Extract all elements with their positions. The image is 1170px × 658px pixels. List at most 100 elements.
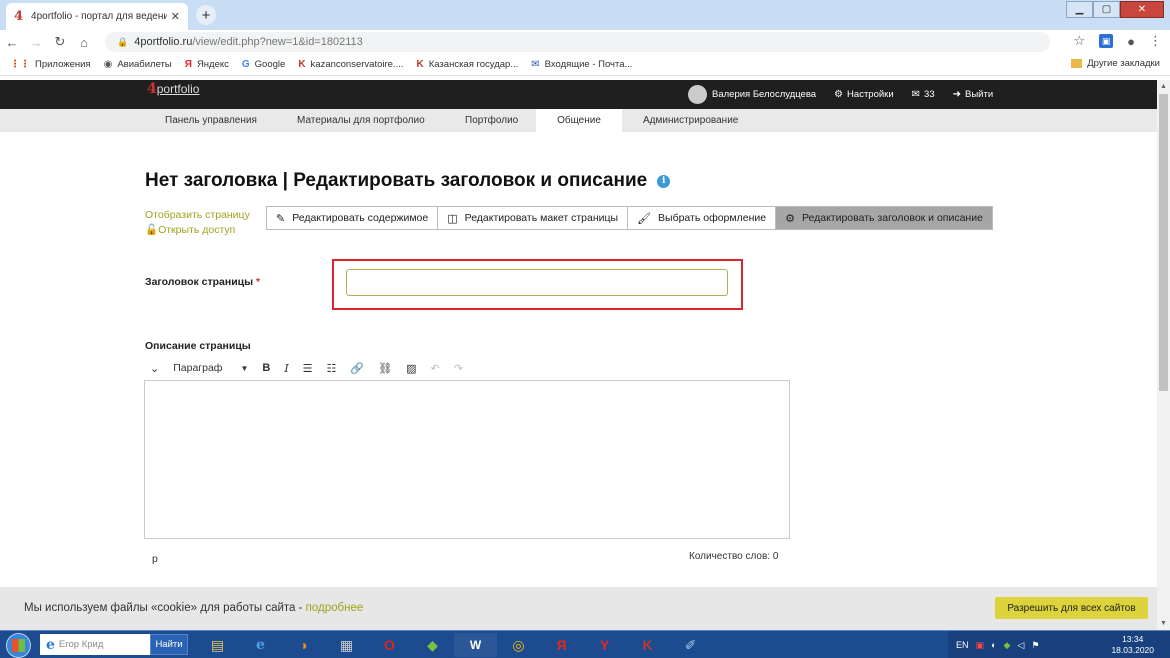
tray-network-icon[interactable]: ◐ xyxy=(991,640,996,650)
gears-icon: ⚙ xyxy=(834,89,844,100)
info-icon[interactable]: i xyxy=(657,175,671,188)
show-page-link[interactable]: Отобразить страницу xyxy=(145,208,250,223)
volume-icon[interactable]: ◁ xyxy=(1017,640,1024,651)
link-icon[interactable]: 🔗 xyxy=(350,362,364,375)
opera-icon[interactable]: O xyxy=(368,633,411,657)
word-icon[interactable]: W xyxy=(454,633,497,657)
edit-content-button[interactable]: ✎ Редактировать содержимое xyxy=(267,207,439,229)
messages-link[interactable]: ✉ 33 xyxy=(912,89,935,100)
edit-title-description-button[interactable]: ⚙ Редактировать заголовок и описание xyxy=(776,207,992,229)
redo-icon[interactable]: ↷ xyxy=(454,362,463,375)
k-icon: K xyxy=(416,59,424,70)
open-access-link[interactable]: 🔓Открыть доступ xyxy=(145,223,250,238)
home-icon[interactable]: ⌂ xyxy=(72,35,96,50)
description-editor[interactable] xyxy=(144,380,790,539)
undo-icon[interactable]: ↶ xyxy=(431,362,440,375)
page-side-links: Отобразить страницу 🔓Открыть доступ xyxy=(145,208,250,238)
start-button[interactable] xyxy=(6,633,31,658)
image-icon[interactable]: ▨ xyxy=(406,362,416,375)
bold-icon[interactable]: B xyxy=(262,362,270,374)
url-path: /view/edit.php?new=1&id=1802113 xyxy=(192,36,363,48)
maximize-icon[interactable]: ▢ xyxy=(1093,1,1120,18)
site-logo[interactable]: 4portfolio xyxy=(147,81,199,97)
cookie-text: Мы используем файлы «cookie» для работы … xyxy=(24,602,363,614)
taskbar-search[interactable]: e Егор Крид xyxy=(40,634,150,655)
tab-close-icon[interactable]: ✕ xyxy=(171,10,180,23)
k-app-icon[interactable]: K xyxy=(626,633,669,657)
cookie-allow-button[interactable]: Разрешить для всех сайтов xyxy=(995,597,1148,619)
taskbar-find-button[interactable]: Найти xyxy=(150,634,188,655)
title-field-label: Заголовок страницы * xyxy=(145,276,260,288)
scroll-up-icon[interactable]: ▲ xyxy=(1157,80,1170,93)
bookmark-kazan-state[interactable]: K Казанская государ... xyxy=(416,59,518,70)
reload-icon[interactable]: ↻ xyxy=(48,34,72,50)
tray-app-icon[interactable]: ▣ xyxy=(976,640,985,651)
new-tab-button[interactable]: + xyxy=(196,5,216,25)
bookmark-google[interactable]: G Google xyxy=(242,59,285,70)
star-icon[interactable]: ☆ xyxy=(1073,33,1085,49)
user-profile-link[interactable]: Валерия Белослудцева xyxy=(688,85,816,104)
title-field-highlight xyxy=(332,259,743,310)
settings-link[interactable]: ⚙ Настройки xyxy=(834,89,894,100)
logout-link[interactable]: ➜ Выйти xyxy=(953,89,994,100)
app-icon[interactable]: ◆ xyxy=(411,633,454,657)
internet-explorer-icon[interactable]: e xyxy=(239,633,282,657)
page-scrollbar[interactable]: ▲ ▼ xyxy=(1157,80,1170,630)
yandex-browser-icon[interactable]: Y xyxy=(583,633,626,657)
toolbar-toggle-icon[interactable]: ⌄ xyxy=(150,362,159,375)
edit-layout-button[interactable]: ◫ Редактировать макет страницы xyxy=(438,207,629,229)
bookmark-apps[interactable]: ⋮⋮ Приложения xyxy=(10,59,91,70)
clock-date: 18.03.2020 xyxy=(1111,645,1154,655)
scroll-thumb[interactable] xyxy=(1159,94,1168,391)
nav-materials[interactable]: Материалы для портфолио xyxy=(287,109,435,132)
back-icon[interactable]: ← xyxy=(0,35,24,50)
nav-communication[interactable]: Общение xyxy=(536,109,622,132)
calculator-icon[interactable]: ▦ xyxy=(325,633,368,657)
bookmark-inbox[interactable]: ✉ Входящие - Почта... xyxy=(531,59,632,70)
page-title-input[interactable] xyxy=(346,269,728,296)
media-player-icon[interactable]: ◑ xyxy=(282,633,325,657)
extension-icon[interactable]: ▣ xyxy=(1099,34,1114,48)
yandex-icon: Я xyxy=(184,59,192,70)
minimize-icon[interactable]: ▁ xyxy=(1066,1,1093,18)
nav-dashboard[interactable]: Панель управления xyxy=(155,109,267,132)
profile-icon[interactable]: ● xyxy=(1127,34,1135,49)
bookmark-yandex[interactable]: Я Яндекс xyxy=(185,59,229,70)
bookmark-kazanconservatoire[interactable]: Kkazanconservatoire.... xyxy=(298,59,403,70)
language-indicator[interactable]: EN xyxy=(956,640,969,650)
unlink-icon[interactable]: ⛓ xyxy=(378,362,392,375)
browser-tab[interactable]: 4 4portfolio - портал для ведения ✕ xyxy=(6,3,188,30)
settings-label: Настройки xyxy=(847,89,894,100)
description-label: Описание страницы xyxy=(145,340,251,352)
scroll-down-icon[interactable]: ▼ xyxy=(1157,617,1170,630)
cookie-more-link[interactable]: подробнее xyxy=(306,602,364,614)
bookmark-aviabilety[interactable]: ◉ Авиабилеты xyxy=(104,59,172,70)
block-format-select[interactable]: Параграф ▼ xyxy=(173,362,248,374)
chrome-icon[interactable]: ◎ xyxy=(497,633,540,657)
search-placeholder: Егор Крид xyxy=(58,639,104,650)
menu-icon[interactable]: ⋮ xyxy=(1149,33,1162,49)
tray-flag-icon[interactable]: ⚑ xyxy=(1031,640,1039,651)
paint-icon[interactable]: ✐ xyxy=(669,633,712,657)
bookmark-label: Авиабилеты xyxy=(117,59,172,70)
yandex-icon[interactable]: Я xyxy=(540,633,583,657)
bookmark-label: Google xyxy=(254,59,286,70)
numbered-list-icon[interactable]: ☷ xyxy=(327,362,337,375)
choose-theme-button[interactable]: 🖌 Выбрать оформление xyxy=(628,207,777,229)
nav-administration[interactable]: Администрирование xyxy=(633,109,748,132)
bullet-list-icon[interactable]: ☰ xyxy=(303,362,313,375)
tray-update-icon[interactable]: ◆ xyxy=(1003,640,1010,651)
main-nav: Панель управления Материалы для портфоли… xyxy=(0,109,1157,132)
address-bar: ← → ↻ ⌂ 🔒 4portfolio.ru/view/edit.php?ne… xyxy=(0,30,1170,54)
url-field[interactable]: 🔒 4portfolio.ru/view/edit.php?new=1&id=1… xyxy=(105,32,1050,52)
italic-icon[interactable]: I xyxy=(284,362,288,375)
nav-portfolio[interactable]: Портфолио xyxy=(455,109,528,132)
page-title: Нет заголовка | Редактировать заголовок … xyxy=(145,170,671,192)
other-bookmarks[interactable]: Другие закладки xyxy=(1071,58,1160,69)
apps-grid-icon: ⋮⋮ xyxy=(10,59,30,70)
explorer-icon[interactable]: ▤ xyxy=(196,633,239,657)
window-close-icon[interactable]: ✕ xyxy=(1120,1,1164,18)
forward-icon[interactable]: → xyxy=(24,35,48,50)
globe-icon: ◉ xyxy=(103,59,113,70)
clock[interactable]: 13:34 18.03.2020 xyxy=(1111,634,1154,656)
